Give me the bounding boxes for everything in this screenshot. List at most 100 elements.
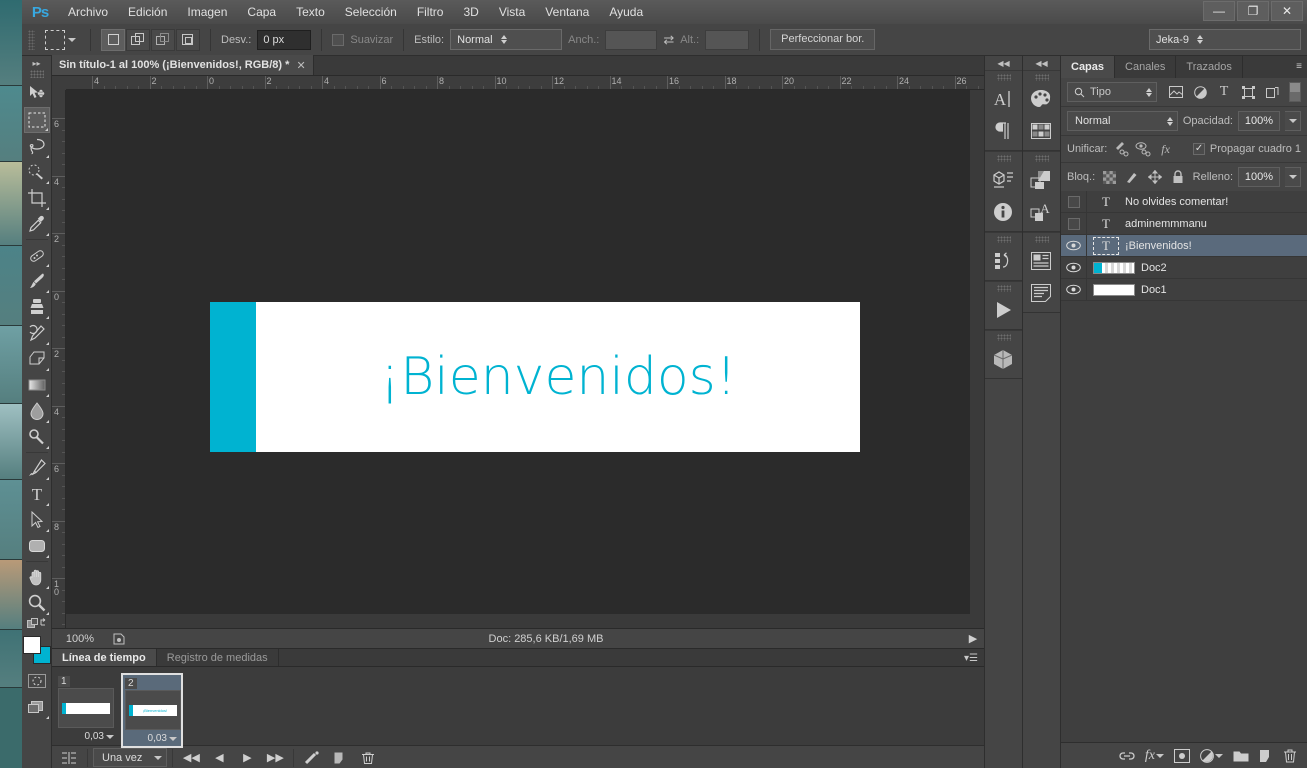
default-colors-icon[interactable] [24,616,50,632]
adjustments-panel-icon[interactable] [1023,164,1059,196]
dock-group-grip[interactable] [996,155,1011,162]
layer-visibility-toggle[interactable] [1061,212,1087,235]
layer-visibility-toggle[interactable] [1061,234,1087,257]
collapse-tools-button[interactable]: ▸▸ [22,56,52,70]
timeline-panel-menu-icon[interactable]: ▾☰ [964,653,978,664]
close-icon[interactable]: ✕ [296,59,305,72]
add-layer-mask-button[interactable] [1174,748,1190,763]
dock-group-grip[interactable] [1034,236,1049,243]
layer-row[interactable]: T No olvides comentar! [1061,191,1307,213]
timeline-tab-timeline[interactable]: Línea de tiempo [52,649,157,666]
lock-position-icon[interactable] [1146,168,1164,186]
lasso-tool[interactable] [24,133,50,159]
propagate-checkbox[interactable]: ✓ [1193,143,1205,155]
panel-tab-canales[interactable]: Canales [1115,56,1177,78]
menu-item-3d[interactable]: 3D [453,2,488,22]
brush-tool[interactable] [24,268,50,294]
filter-shape-layers-icon[interactable] [1238,83,1258,101]
3d-panel-icon[interactable] [985,164,1021,196]
stepper-icon[interactable] [1146,87,1152,97]
options-bar-grip[interactable] [28,29,35,50]
color-panel-icon[interactable] [1023,83,1059,115]
chevron-down-icon[interactable] [169,736,177,741]
rectangular-marquee-tool[interactable] [23,107,50,133]
subtract-from-selection-button[interactable] [151,28,175,51]
new-group-button[interactable] [1233,749,1249,762]
layer-row[interactable]: Tadminemmmanu [1061,212,1307,235]
antialias-checkbox[interactable] [332,33,345,46]
menu-item-ventana[interactable]: Ventana [535,2,599,22]
clone-stamp-tool[interactable] [24,294,50,320]
layer-visibility-toggle[interactable] [1061,278,1087,301]
panel-tab-capas[interactable]: Capas [1061,56,1116,78]
new-layer-button[interactable] [1259,749,1273,763]
styles-panel-icon[interactable]: A [1023,196,1059,228]
layer-thumbnail-image[interactable] [1093,261,1135,274]
move-tool[interactable] [24,81,50,107]
delete-frame-button[interactable] [355,748,381,768]
layer-name[interactable]: No olvides comentar! [1125,196,1228,208]
hand-tool[interactable] [24,564,50,590]
opacity-input[interactable]: 100% [1238,111,1280,131]
layer-name[interactable]: ¡Bienvenidos! [1125,240,1192,252]
link-layers-button[interactable] [1119,749,1135,763]
lock-all-icon[interactable] [1169,168,1187,186]
feather-input[interactable]: 0 px [257,29,312,50]
zoom-tool[interactable] [24,590,50,616]
select-previous-frame-button[interactable]: ◀ [206,748,232,768]
unify-position-icon[interactable] [1112,140,1129,158]
crop-tool[interactable] [24,185,50,211]
character-panel-icon[interactable]: A [985,83,1021,115]
blend-mode-select[interactable]: Normal [1067,111,1178,131]
add-to-selection-button[interactable] [126,28,150,51]
refine-edge-button[interactable]: Perfeccionar bor. [770,29,876,50]
layer-thumbnail-text[interactable]: T [1093,215,1119,233]
layer-row[interactable]: Doc1 [1061,278,1307,301]
workspace-select[interactable]: Jeka-9 [1149,29,1301,50]
swap-arrows-icon[interactable]: ⇄ [663,32,674,48]
filter-smart-object-layers-icon[interactable] [1262,83,1282,101]
path-selection-tool[interactable] [24,507,50,533]
duplicate-frame-button[interactable] [327,748,353,768]
history-panel-icon[interactable] [985,245,1021,277]
filter-type-layers-icon[interactable]: T [1214,83,1234,101]
layer-comps-panel-icon[interactable] [1023,245,1059,277]
stepper-icon[interactable] [1166,116,1173,126]
timeline-tab-measurement-log[interactable]: Registro de medidas [157,649,279,666]
layer-name[interactable]: adminemmmanu [1125,218,1207,230]
artboard[interactable]: ¡Bienvenidos! [210,302,860,452]
select-first-frame-button[interactable]: ◀◀ [178,748,204,768]
pen-tool[interactable] [24,455,50,481]
active-tool-preview[interactable] [41,29,80,50]
convert-to-video-timeline-button[interactable] [56,748,82,768]
dock-group-grip[interactable] [1034,155,1049,162]
status-menu-arrow-icon[interactable]: ▶ [962,632,984,645]
unify-style-icon[interactable]: fx [1157,140,1174,158]
lock-image-pixels-icon[interactable] [1123,168,1141,186]
layer-row[interactable]: Doc2 [1061,256,1307,279]
tween-frames-button[interactable] [299,748,325,768]
quick-selection-tool[interactable] [24,159,50,185]
notes-panel-icon[interactable] [1023,277,1059,309]
stepper-icon[interactable] [1197,35,1204,44]
layer-visibility-toggle[interactable] [1061,256,1087,279]
filter-toggle-switch[interactable] [1289,82,1301,102]
intersect-with-selection-button[interactable] [176,28,200,51]
dock-group-grip[interactable] [996,285,1011,292]
chevron-down-icon[interactable] [68,37,76,42]
opacity-dropdown-icon[interactable] [1285,111,1301,131]
lock-transparent-pixels-icon[interactable] [1100,168,1118,186]
menu-item-imagen[interactable]: Imagen [177,2,237,22]
height-input[interactable] [705,29,750,50]
layer-list[interactable]: T No olvides comentar! Tadminemmmanu T ¡Bien… [1061,191,1307,742]
dock-group-grip[interactable] [1034,74,1049,81]
info-panel-icon[interactable] [985,196,1021,228]
new-selection-button[interactable] [101,28,125,51]
play-animation-button[interactable]: ▶ [234,748,260,768]
rectangle-tool[interactable] [24,533,50,559]
animation-frame[interactable]: 1 0,03 [56,673,118,744]
restore-button[interactable]: ❐ [1237,1,1269,21]
menu-item-capa[interactable]: Capa [237,2,286,22]
layers-panel-menu-icon[interactable]: ≡ [1296,61,1302,72]
panel-tab-trazados[interactable]: Trazados [1176,56,1243,78]
